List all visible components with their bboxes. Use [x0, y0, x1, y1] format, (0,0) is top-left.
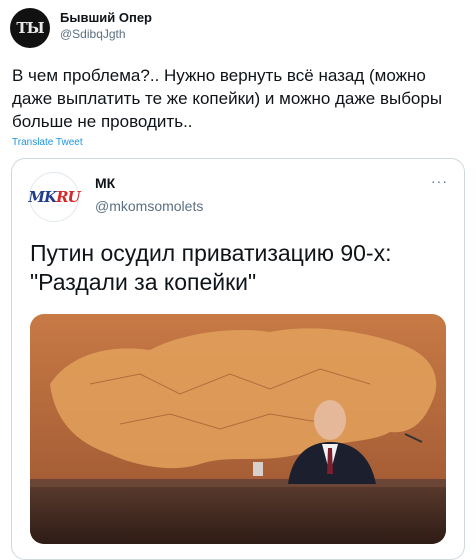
- quoted-author-info[interactable]: МК @mkomsomolets: [95, 174, 203, 216]
- logo-part-mk: MK: [28, 188, 57, 206]
- quoted-author-name[interactable]: МК: [95, 174, 203, 192]
- translate-tweet-link[interactable]: Translate Tweet: [12, 137, 83, 148]
- author-avatar[interactable]: ТЫ: [10, 8, 50, 48]
- avatar-text: ТЫ: [16, 19, 44, 37]
- tweet-card: ТЫ Бывший Опер @SdibqJgth В чем проблема…: [0, 0, 476, 560]
- water-glass: [253, 462, 263, 476]
- quoted-media-image[interactable]: [30, 314, 446, 544]
- author-handle[interactable]: @SdibqJgth: [60, 26, 152, 42]
- speaker-tie: [327, 448, 333, 474]
- author-info[interactable]: Бывший Опер @SdibqJgth: [60, 10, 152, 42]
- tweet-text: В чем проблема?.. Нужно вернуть всё наза…: [12, 66, 443, 131]
- quoted-headline: Путин осудил приватизацию 90-х: "Раздали…: [30, 240, 392, 295]
- author-display-name[interactable]: Бывший Опер: [60, 10, 152, 26]
- more-options-icon[interactable]: ···: [431, 173, 448, 189]
- mk-logo-icon: MKRU: [28, 188, 81, 206]
- podium-edge: [30, 479, 446, 487]
- quoted-author-handle[interactable]: @mkomsomolets: [95, 196, 203, 216]
- speaker-head: [314, 400, 346, 440]
- quoted-tweet[interactable]: MKRU МК @mkomsomolets ··· Путин осудил п…: [11, 158, 465, 560]
- podium-desk: [30, 484, 446, 544]
- quoted-author-avatar[interactable]: MKRU: [28, 172, 81, 222]
- logo-part-ru: RU: [56, 188, 81, 206]
